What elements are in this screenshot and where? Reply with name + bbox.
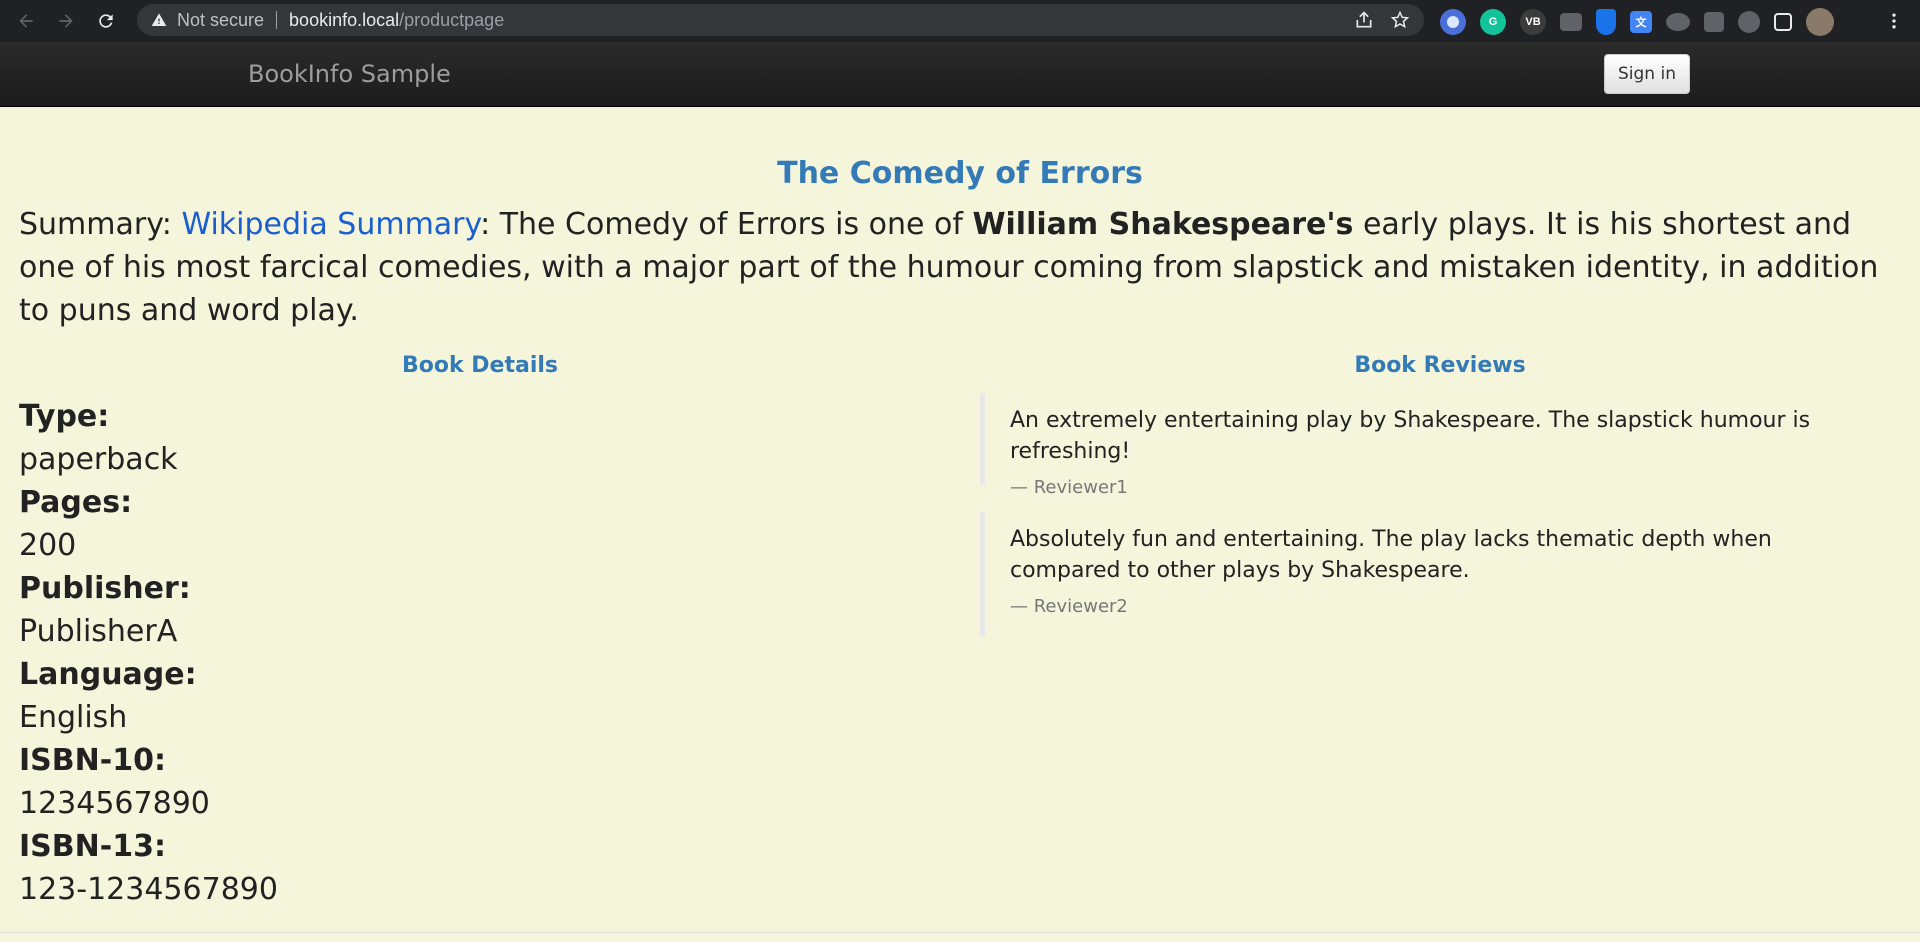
detail-value-isbn10: 1234567890 [19, 786, 210, 821]
detail-label-publisher: Publisher: [19, 571, 191, 606]
vb-icon[interactable]: VB [1520, 9, 1546, 35]
review-author: — Reviewer1 [1010, 477, 1128, 498]
review-1: An extremely entertaining play by Shakes… [980, 393, 1880, 498]
url-host: bookinfo.local [289, 9, 400, 30]
summary-author: William Shakespeare's [972, 207, 1354, 242]
review-text: Absolutely fun and entertaining. The pla… [1010, 527, 1772, 583]
reload-icon [99, 14, 113, 28]
detail-label-type: Type: [19, 399, 110, 434]
book-title: The Comedy of Errors [777, 156, 1143, 191]
back-button[interactable] [6, 1, 46, 41]
review-text: An extremely entertaining play by Shakes… [1010, 408, 1811, 464]
sign-in-button[interactable]: Sign in [1604, 54, 1690, 94]
detail-value-publisher: PublisherA [19, 614, 178, 649]
detail-label-language: Language: [19, 657, 197, 692]
address-bar[interactable]: Not secure bookinfo.local/productpage [137, 4, 1424, 36]
kebab-menu-icon[interactable] [1884, 10, 1904, 32]
summary-text-1: : The Comedy of Errors is one of [480, 207, 973, 242]
brand-title[interactable]: BookInfo Sample [248, 60, 451, 88]
bookmark-star-icon[interactable] [1390, 10, 1410, 30]
detail-value-pages: 200 [19, 528, 77, 563]
detail-label-pages: Pages: [19, 485, 133, 520]
book-details-heading: Book Details [401, 353, 558, 378]
translate-icon[interactable]: 文 [1630, 11, 1652, 33]
camera-icon[interactable] [1560, 13, 1582, 31]
warning-icon [151, 12, 167, 28]
security-label[interactable]: Not secure [177, 10, 264, 31]
review-author: — Reviewer2 [1010, 596, 1128, 617]
browser-toolbar: Not secure bookinfo.local/productpage G … [0, 0, 1920, 42]
book-reviews-heading: Book Reviews [1354, 353, 1526, 378]
url-path: /productpage [399, 9, 505, 30]
detail-value-language: English [19, 700, 128, 735]
share-icon[interactable] [1354, 10, 1374, 30]
ext-blue-circle-icon[interactable] [1440, 9, 1466, 35]
book-summary: Summary: Wikipedia Summary: The Comedy o… [19, 203, 1899, 332]
puzzle-icon[interactable] [1704, 12, 1724, 32]
detail-value-type: paperback [19, 442, 178, 477]
book-details: Type: paperback Pages: 200 Publisher: Pu… [19, 395, 959, 911]
cloud-icon[interactable] [1666, 13, 1690, 31]
divider [276, 11, 278, 29]
arrow-left-icon [19, 14, 33, 28]
detail-label-isbn13: ISBN-13: [19, 829, 166, 864]
grammarly-icon[interactable]: G [1480, 9, 1506, 35]
wikipedia-summary-link[interactable]: Wikipedia Summary [181, 207, 480, 242]
divider [0, 932, 1920, 933]
summary-prefix: Summary: [19, 207, 182, 242]
detail-label-isbn10: ISBN-10: [19, 743, 166, 778]
extensions-bar: G VB 文 [1440, 8, 1834, 36]
sidepanel-icon[interactable] [1774, 13, 1792, 31]
reload-button[interactable] [86, 1, 126, 41]
forward-button[interactable] [46, 1, 86, 41]
shield-icon[interactable] [1596, 9, 1616, 35]
app-navbar: BookInfo Sample Sign in [0, 42, 1920, 107]
arrow-right-icon [59, 14, 73, 28]
detail-value-isbn13: 123-1234567890 [19, 872, 278, 907]
avatar[interactable] [1806, 8, 1834, 36]
bolt-icon[interactable] [1738, 11, 1760, 33]
product-page: The Comedy of Errors Summary: Wikipedia … [0, 108, 1920, 942]
review-2: Absolutely fun and entertaining. The pla… [980, 512, 1880, 636]
